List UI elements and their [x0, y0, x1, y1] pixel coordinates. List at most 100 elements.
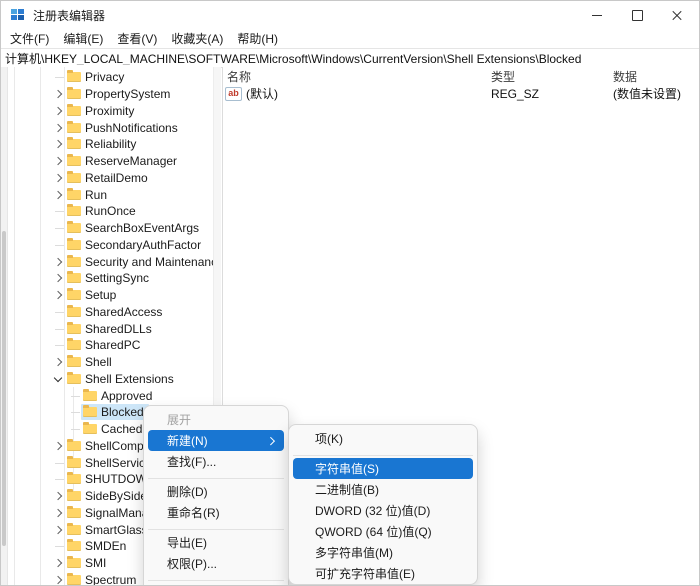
tree-row[interactable]: SearchBoxEventArgs: [1, 220, 221, 237]
chevron-icon[interactable]: [51, 270, 65, 286]
chevron-icon[interactable]: [51, 337, 65, 353]
menu-bar-item[interactable]: 帮助(H): [230, 29, 285, 48]
tree-row[interactable]: Shell: [1, 354, 221, 371]
chevron-icon[interactable]: [67, 421, 81, 437]
folder-icon: [67, 154, 81, 167]
context-menu-item[interactable]: [148, 574, 284, 583]
tree-row[interactable]: SharedDLLs: [1, 320, 221, 337]
chevron-icon[interactable]: [51, 538, 65, 554]
folder-icon: [67, 472, 81, 485]
chevron-icon[interactable]: [67, 404, 81, 420]
tree-row[interactable]: ReserveManager: [1, 153, 221, 170]
chevron-icon[interactable]: [51, 287, 65, 303]
tree-row[interactable]: Run: [1, 186, 221, 203]
chevron-icon[interactable]: [51, 103, 65, 119]
submenu-item[interactable]: 可扩充字符串值(E): [293, 563, 473, 584]
column-header-name[interactable]: 名称: [223, 68, 491, 85]
chevron-icon[interactable]: [51, 136, 65, 152]
chevron-icon[interactable]: [51, 69, 65, 85]
chevron-icon[interactable]: [51, 471, 65, 487]
menu-bar-item[interactable]: 收藏夹(A): [164, 29, 230, 48]
folder-icon: [67, 321, 81, 334]
folder-icon: [67, 572, 81, 585]
chevron-icon[interactable]: [51, 120, 65, 136]
menu-bar-item[interactable]: 编辑(E): [56, 29, 110, 48]
tree-row[interactable]: RunOnce: [1, 203, 221, 220]
folder-icon: [67, 137, 81, 150]
tree-row[interactable]: PropertySystem: [1, 86, 221, 103]
tree-row-label: PushNotifications: [85, 120, 178, 135]
chevron-icon[interactable]: [51, 438, 65, 454]
tree-row-label: Blocked: [101, 405, 144, 420]
minimize-icon[interactable]: [577, 1, 617, 29]
context-menu-item[interactable]: 删除(D): [148, 481, 284, 502]
chevron-icon[interactable]: [51, 220, 65, 236]
context-menu-item[interactable]: [148, 472, 284, 481]
context-menu-item[interactable]: 查找(F)...: [148, 451, 284, 472]
tree-row[interactable]: SharedAccess: [1, 304, 221, 321]
chevron-icon[interactable]: [51, 203, 65, 219]
chevron-icon[interactable]: [51, 86, 65, 102]
tree-row[interactable]: PushNotifications: [1, 119, 221, 136]
context-menu-item[interactable]: 导出(E): [148, 532, 284, 553]
tree-row-label: Cached: [101, 422, 143, 437]
chevron-icon[interactable]: [51, 354, 65, 370]
tree-row-label: Setup: [85, 288, 117, 303]
chevron-icon[interactable]: [51, 321, 65, 337]
chevron-icon[interactable]: [51, 187, 65, 203]
maximize-icon[interactable]: [617, 1, 657, 29]
submenu-item[interactable]: 字符串值(S): [293, 458, 473, 479]
chevron-icon[interactable]: [51, 170, 65, 186]
submenu-item[interactable]: 项(K): [293, 428, 473, 449]
scrollbar-thumb[interactable]: [2, 231, 6, 546]
tree-row[interactable]: Shell Extensions: [1, 371, 221, 388]
folder-icon: [67, 204, 81, 217]
ab-string-icon: ab: [225, 86, 242, 101]
list-header: 名称 类型 数据: [223, 67, 699, 85]
tree-row[interactable]: Reliability: [1, 136, 221, 153]
tree-row[interactable]: RetailDemo: [1, 170, 221, 187]
tree-row-label: Spectrum: [85, 572, 137, 585]
chevron-icon[interactable]: [51, 522, 65, 538]
tree-row[interactable]: SharedPC: [1, 337, 221, 354]
address-input[interactable]: [1, 51, 699, 65]
context-menu-item[interactable]: 新建(N): [148, 430, 284, 451]
menu-bar-item[interactable]: 文件(F): [3, 29, 56, 48]
tree-row-label: ReserveManager: [85, 154, 178, 169]
tree-row[interactable]: Proximity: [1, 103, 221, 120]
context-menu-item[interactable]: 权限(P)...: [148, 553, 284, 574]
context-menu-item[interactable]: [148, 523, 284, 532]
chevron-icon[interactable]: [51, 488, 65, 504]
chevron-icon[interactable]: [67, 388, 81, 404]
column-header-data[interactable]: 数据: [613, 68, 699, 85]
value-data: (数值未设置): [613, 87, 681, 101]
submenu-item[interactable]: [293, 449, 473, 458]
chevron-icon[interactable]: [51, 254, 65, 270]
chevron-icon[interactable]: [51, 505, 65, 521]
value-row[interactable]: ab (默认) REG_SZ (数值未设置): [223, 85, 699, 102]
submenu-item[interactable]: 二进制值(B): [293, 479, 473, 500]
submenu-item[interactable]: 多字符串值(M): [293, 542, 473, 563]
tree-row[interactable]: Setup: [1, 287, 221, 304]
context-menu-item[interactable]: 重命名(R): [148, 502, 284, 523]
submenu-item[interactable]: DWORD (32 位)值(D): [293, 500, 473, 521]
menu-bar-item[interactable]: 查看(V): [110, 29, 164, 48]
tree-row-label: Privacy: [85, 70, 125, 85]
chevron-icon[interactable]: [51, 555, 65, 571]
tree-row[interactable]: SecondaryAuthFactor: [1, 237, 221, 254]
column-header-type[interactable]: 类型: [491, 68, 613, 85]
chevron-icon[interactable]: [51, 304, 65, 320]
tree-row[interactable]: Approved: [1, 387, 221, 404]
tree-row[interactable]: Privacy: [1, 69, 221, 86]
tree-row[interactable]: Security and Maintenance: [1, 253, 221, 270]
chevron-icon[interactable]: [51, 371, 65, 387]
folder-icon: [67, 355, 81, 368]
chevron-icon[interactable]: [51, 455, 65, 471]
close-icon[interactable]: [657, 1, 697, 29]
tree-scrollbar-left[interactable]: [1, 67, 8, 585]
submenu-item[interactable]: QWORD (64 位)值(Q): [293, 521, 473, 542]
chevron-icon[interactable]: [51, 572, 65, 585]
chevron-icon[interactable]: [51, 237, 65, 253]
chevron-icon[interactable]: [51, 153, 65, 169]
tree-row[interactable]: SettingSync: [1, 270, 221, 287]
